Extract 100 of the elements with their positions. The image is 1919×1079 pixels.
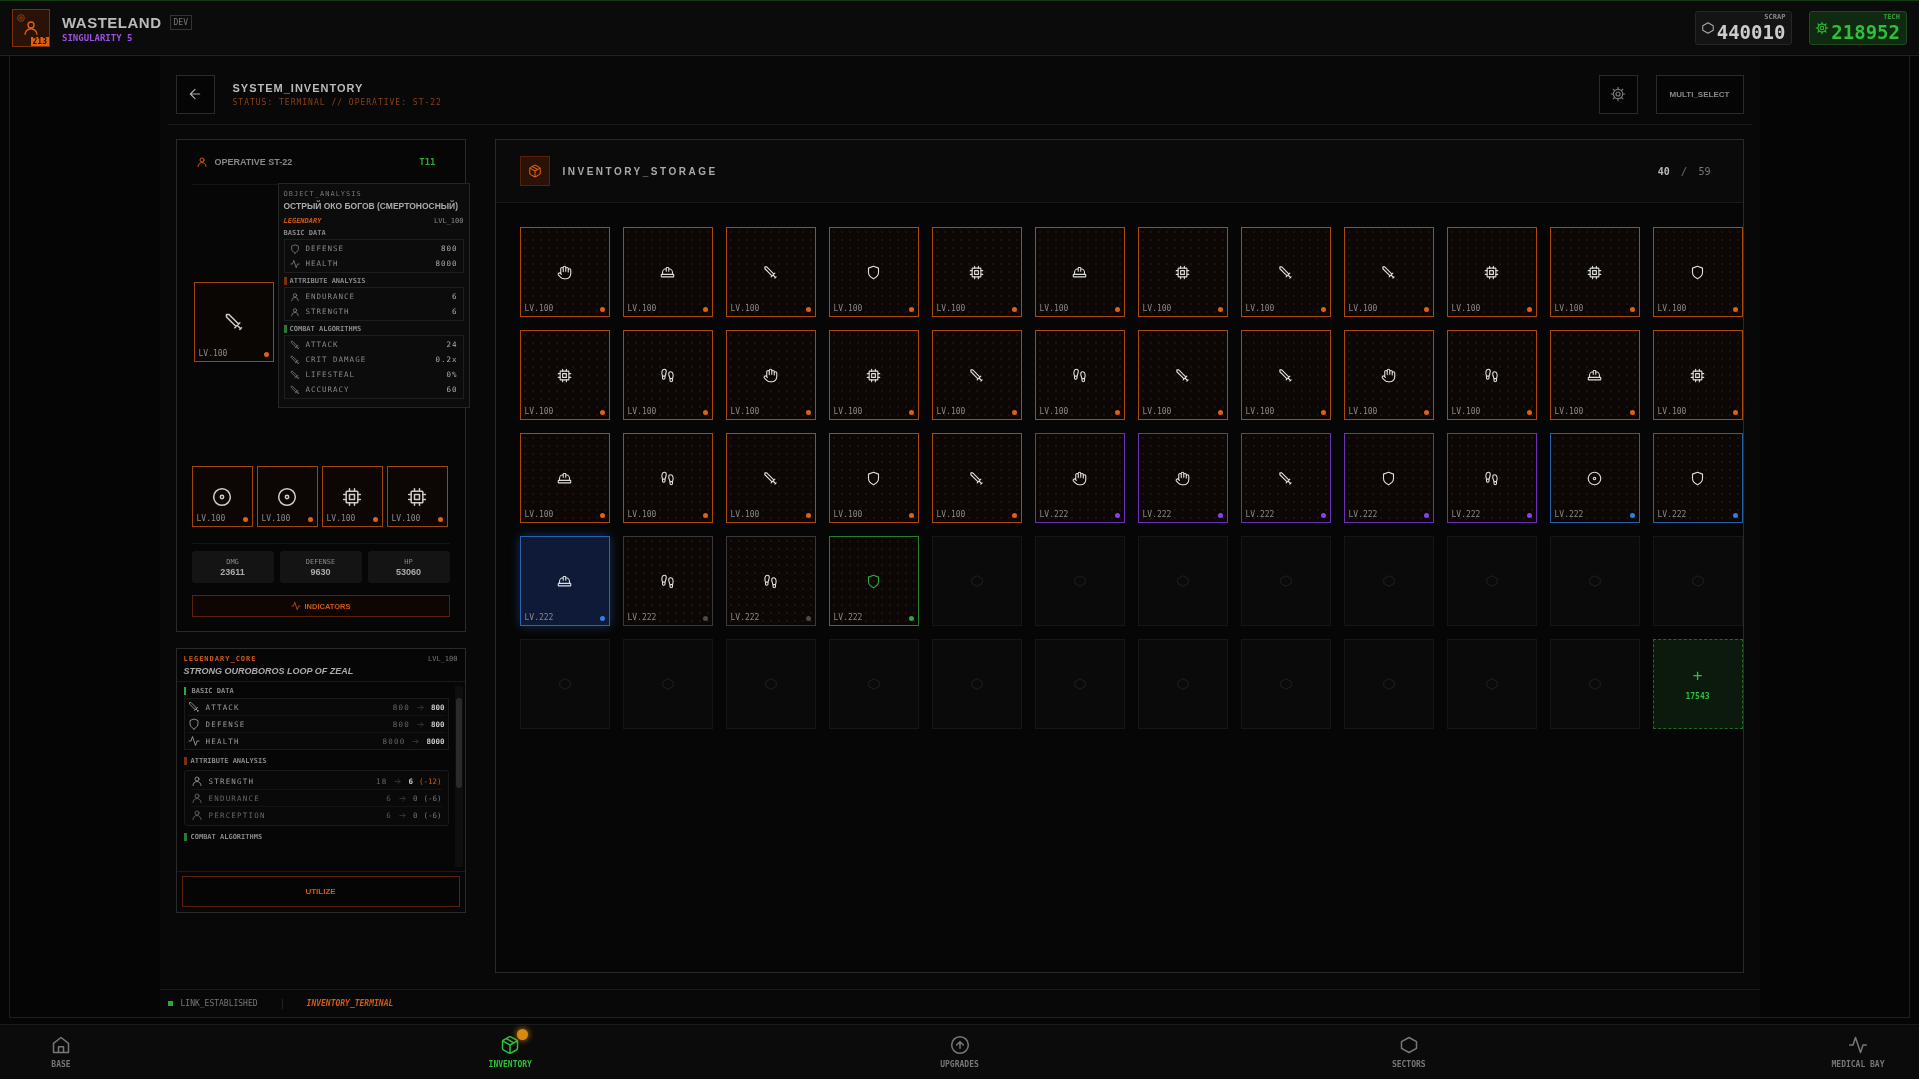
inventory-slot[interactable]: LV.222 <box>725 536 816 626</box>
inventory-slot[interactable]: LV.222 <box>828 536 919 626</box>
inventory-slot[interactable]: LV.100 <box>1137 227 1228 317</box>
arrow-right-icon <box>397 810 407 820</box>
settings-icon <box>1815 21 1830 35</box>
utilize-button[interactable]: UTILIZE <box>181 876 460 907</box>
inventory-slot[interactable]: LV.222 <box>1652 433 1743 523</box>
inventory-slot[interactable]: LV.100 <box>725 330 816 420</box>
multi-select-button[interactable]: MULTI_SELECT <box>1655 74 1744 114</box>
nav-tab[interactable]: UPGRADES <box>914 1025 1005 1079</box>
footprints-icon <box>660 470 675 486</box>
item-level: LV.222 <box>627 613 657 622</box>
inventory-slot[interactable]: LV.100 <box>1446 227 1537 317</box>
sword-icon <box>969 367 984 383</box>
item-level: LV.222 <box>1039 510 1069 519</box>
page-status: STATUS: TERMINAL // OPERATIVE: ST-22 <box>232 97 442 107</box>
inventory-slot[interactable]: LV.100 <box>725 227 816 317</box>
inventory-slot[interactable]: LV.100 <box>1240 330 1331 420</box>
footprints-icon <box>660 367 675 383</box>
inventory-slot[interactable]: LV.100 <box>931 330 1022 420</box>
inventory-slot[interactable]: LV.100 <box>622 433 713 523</box>
pulse-icon <box>290 601 301 611</box>
footprints-icon <box>1072 367 1087 383</box>
inventory-slot[interactable]: LV.222 <box>1034 433 1125 523</box>
item-level: LV.222 <box>833 613 863 622</box>
inventory-slot[interactable]: LV.100 <box>828 433 919 523</box>
chip-icon <box>342 486 362 507</box>
chip-icon <box>866 367 881 383</box>
item-level: LV.100 <box>524 407 554 416</box>
inventory-slot[interactable]: LV.100 <box>1240 227 1331 317</box>
item-level: LV.222 <box>1245 510 1275 519</box>
inventory-slot[interactable]: LV.222 <box>1240 433 1331 523</box>
inventory-slot[interactable]: LV.100 <box>828 227 919 317</box>
scrollbar[interactable] <box>454 686 463 867</box>
inventory-slot[interactable]: LV.100 <box>1549 330 1640 420</box>
inventory-slot[interactable]: LV.100 <box>1034 227 1125 317</box>
target-icon <box>1587 470 1602 486</box>
inventory-slot[interactable]: LV.222 <box>622 536 713 626</box>
inventory-slot[interactable]: LV.222 <box>519 536 610 626</box>
item-title: STRONG OUROBOROS LOOP OF ZEAL <box>183 666 355 676</box>
nav-tab[interactable]: INVENTORY <box>465 1025 556 1079</box>
inventory-slot[interactable]: LV.100 <box>1343 330 1434 420</box>
arrow-right-icon <box>415 719 425 729</box>
inventory-slot[interactable]: LV.100 <box>828 330 919 420</box>
shield-icon <box>866 573 881 589</box>
expand-storage-button[interactable]: + 17543 <box>1652 639 1743 729</box>
equipment-slot[interactable]: LV.100 <box>193 282 274 362</box>
inventory-slot[interactable]: LV.100 <box>1446 330 1537 420</box>
inventory-slot[interactable]: LV.100 <box>931 227 1022 317</box>
shield-icon <box>1690 264 1705 280</box>
back-icon <box>187 86 203 102</box>
equipment-slot[interactable]: LV.100 <box>191 466 253 527</box>
item-level: LV.100 <box>1554 407 1584 416</box>
user-icon <box>190 809 203 821</box>
user-icon <box>289 306 300 317</box>
inventory-slot[interactable]: LV.100 <box>519 330 610 420</box>
package-icon <box>500 1035 521 1055</box>
tier-label: T11 <box>419 157 436 167</box>
arrow-right-icon <box>393 776 403 786</box>
inventory-slot[interactable]: LV.222 <box>1137 433 1228 523</box>
terminal-label: INVENTORY_TERMINAL <box>306 999 394 1008</box>
nav-tab[interactable]: MEDICAL BAY <box>1813 1025 1903 1079</box>
equipment-slot[interactable]: LV.100 <box>321 466 383 527</box>
inventory-slot[interactable]: LV.100 <box>725 433 816 523</box>
inventory-slot[interactable]: LV.100 <box>622 227 713 317</box>
inventory-slot[interactable]: LV.100 <box>519 433 610 523</box>
item-level: LV.100 <box>1657 304 1687 313</box>
inventory-slot[interactable]: LV.100 <box>1652 227 1743 317</box>
item-level: LV.222 <box>730 613 760 622</box>
arrow-up-circle-icon <box>949 1035 970 1055</box>
sword-icon <box>1278 367 1293 383</box>
item-level: LV.100 <box>936 407 966 416</box>
inventory-slot[interactable]: LV.100 <box>1343 227 1434 317</box>
item-level: LV.100 <box>1451 304 1481 313</box>
shield-icon <box>866 470 881 486</box>
hexagon-icon <box>1398 1035 1419 1055</box>
equipment-slot[interactable]: LV.100 <box>386 466 448 527</box>
shield-icon <box>866 264 881 280</box>
avatar[interactable]: 213 <box>12 9 50 47</box>
hexagon-icon <box>1700 21 1715 35</box>
inventory-slot[interactable]: LV.100 <box>1137 330 1228 420</box>
inventory-slot[interactable]: LV.100 <box>1652 330 1743 420</box>
item-level: LV.100 <box>1039 304 1069 313</box>
equipment-slot[interactable]: LV.100 <box>256 466 318 527</box>
settings-button[interactable] <box>1598 74 1638 114</box>
sword-icon <box>1278 264 1293 280</box>
nav-tab[interactable]: BASE <box>16 1025 106 1079</box>
inventory-slot[interactable]: LV.100 <box>519 227 610 317</box>
sword-icon <box>1381 264 1396 280</box>
inventory-slot[interactable]: LV.222 <box>1446 433 1537 523</box>
inventory-slot[interactable]: LV.100 <box>1034 330 1125 420</box>
inventory-slot[interactable]: LV.222 <box>1549 433 1640 523</box>
inventory-slot[interactable]: LV.100 <box>931 433 1022 523</box>
item-level: LV.100 <box>627 510 657 519</box>
inventory-slot[interactable]: LV.100 <box>622 330 713 420</box>
back-button[interactable] <box>175 74 215 114</box>
nav-tab[interactable]: SECTORS <box>1363 1025 1454 1079</box>
item-level: LV.100 <box>326 514 356 523</box>
inventory-slot[interactable]: LV.222 <box>1343 433 1434 523</box>
inventory-slot[interactable]: LV.100 <box>1549 227 1640 317</box>
